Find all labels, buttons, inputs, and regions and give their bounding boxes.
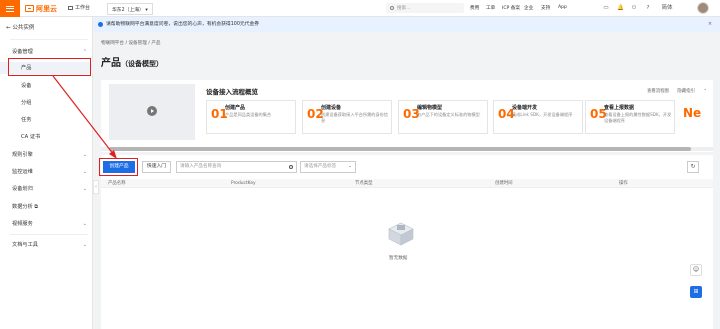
step-desc: 查看设备上报的属性数据SDK，开发设备端程序 <box>604 112 672 123</box>
search-icon[interactable] <box>289 164 293 169</box>
sidebar-item-group[interactable]: 分组 <box>0 97 93 109</box>
feedback-chat-button[interactable]: ☺ <box>690 264 702 276</box>
step-desc: 产品是同品类设备的集合 <box>225 112 272 117</box>
avatar[interactable] <box>697 2 709 14</box>
refresh-icon: ↻ <box>690 163 696 170</box>
sidebar-group-rule-engine[interactable]: 规则引擎 ⌄ <box>0 149 93 161</box>
sidebar-item-device[interactable]: 设备 <box>0 80 93 92</box>
grid-icon: ⊞ <box>693 288 699 295</box>
cart-icon[interactable]: ⚇ <box>631 5 637 11</box>
annotation-highlight-create <box>99 158 138 176</box>
nav-enterprise[interactable]: 企业 <box>524 5 533 11</box>
view-flowchart-link[interactable]: 查看流程图 <box>647 89 669 94</box>
col-actions: 操作 <box>619 181 628 186</box>
crumb-iot[interactable]: 物联网平台 <box>101 41 124 46</box>
sidebar-group-monitoring[interactable]: 监控运维 ⌄ <box>0 166 93 178</box>
col-node-type: 节点类型 <box>355 181 373 186</box>
sidebar-group-device-assign[interactable]: 设备划归 ⌄ <box>0 183 93 195</box>
flow-scrollbar[interactable] <box>101 147 713 151</box>
quick-start-button[interactable]: 快速入门 <box>142 161 171 173</box>
step-create-device[interactable]: 02 创建设备 创建设备获取接入平台所需的身份信息 <box>302 100 392 134</box>
flow-title: 设备接入流程概览 <box>206 88 258 96</box>
table-header: 产品名称 ProductKey 节点类型 创建时间 操作 <box>101 179 713 188</box>
annotation-highlight-product <box>8 58 91 76</box>
home-icon <box>68 5 73 10</box>
step-create-product[interactable]: 01 创建产品 产品是同品类设备的集合 <box>206 100 296 134</box>
nav-support[interactable]: 支持 <box>541 5 550 11</box>
chevron-down-icon: ⌄ <box>82 186 87 192</box>
crumb-device-mgmt[interactable]: 设备管理 <box>128 41 146 46</box>
chevron-down-icon: ⌄ <box>348 164 352 169</box>
sidebar-group-device-management[interactable]: 设备管理 ⌃ <box>0 46 93 58</box>
empty-state-text: 暂无数据 <box>389 256 408 261</box>
col-productkey: ProductKey <box>231 181 256 186</box>
close-icon[interactable]: × <box>708 17 712 32</box>
sidebar-item-ca-cert[interactable]: CA 证书 <box>0 131 93 143</box>
nav-fees[interactable]: 费用 <box>470 5 479 11</box>
step-title: 创建产品 <box>225 105 246 111</box>
top-bar: 阿里云 工作台 华东2（上海） ▾ 搜索... 费用 工单 ICP 备案 企业 … <box>0 0 720 17</box>
page-title: 产品（设备模型） <box>101 58 163 69</box>
menu-icon[interactable] <box>0 0 20 17</box>
chevron-down-icon: ⌄ <box>82 242 87 248</box>
chevron-down-icon: ⌄ <box>82 152 87 158</box>
step-title: 设备端开发 <box>512 105 538 111</box>
survey-notice: 请帮助物联网平台满意度问卷，说出您的心声，有机会获得100元代金券 × <box>94 17 720 32</box>
step-edit-thing-model[interactable]: 03 编辑物模型 为产品下的设备定义标准的物模型 <box>398 100 488 134</box>
hide-guide-link[interactable]: 隐藏指引 <box>677 89 695 94</box>
sidebar-item-task[interactable]: 任务 <box>0 114 93 126</box>
flow-links: 查看流程图 隐藏指引 ⌃ <box>646 89 707 94</box>
sidebar-divider <box>10 234 88 235</box>
product-tag-select[interactable]: 请选择产品标签 ⌄ <box>300 161 356 173</box>
sidebar-item-data-analysis[interactable]: 数据分析 ⧉ <box>0 201 93 213</box>
step-next-partial: Ne <box>683 106 702 120</box>
help-icon[interactable]: ? <box>645 5 651 11</box>
nav-tickets[interactable]: 工单 <box>486 5 495 11</box>
chevron-up-icon: ⌃ <box>82 49 87 55</box>
step-title: 编辑物模型 <box>417 105 443 111</box>
product-list-panel: 创建产品 快速入门 请输入产品名称查询 请选择产品标签 ⌄ ↻ 产品名称 Prod… <box>101 155 713 329</box>
search-icon <box>390 5 394 10</box>
empty-box-icon <box>388 222 414 246</box>
sidebar-divider <box>10 39 88 40</box>
step-device-dev[interactable]: 04 设备端开发 集成Link SDK，开发设备端程序 <box>493 100 583 134</box>
onboarding-flow-panel: 设备接入流程概览 查看流程图 隐藏指引 ⌃ 01 创建产品 产品是同品类设备的集… <box>101 80 713 152</box>
scrollbar-thumb[interactable] <box>109 147 691 151</box>
intro-video[interactable] <box>109 84 195 140</box>
nav-icp[interactable]: ICP 备案 <box>502 5 520 11</box>
step-desc: 为产品下的设备定义标准的物模型 <box>417 112 480 117</box>
sidebar-collapse-handle[interactable]: ‹ <box>93 180 99 194</box>
global-search-input[interactable]: 搜索... <box>386 3 464 13</box>
terminal-icon[interactable]: ▭ <box>603 5 609 11</box>
step-title: 创建设备 <box>321 105 342 111</box>
info-icon <box>98 22 103 27</box>
chat-icon: ☺ <box>692 266 700 273</box>
sidebar-group-docs-tools[interactable]: 文档与工具 ⌄ <box>0 239 93 251</box>
crumb-product: 产品 <box>151 41 161 46</box>
play-icon[interactable] <box>147 106 157 116</box>
step-desc: 创建设备获取接入平台所需的身份信息 <box>321 112 389 123</box>
tools-grid-button[interactable]: ⊞ <box>690 286 702 298</box>
region-selector[interactable]: 华东2（上海） ▾ <box>107 3 153 15</box>
refresh-button[interactable]: ↻ <box>687 161 699 173</box>
back-to-instance[interactable]: ← 公共实例 <box>6 23 34 31</box>
product-search-input[interactable]: 请输入产品名称查询 <box>176 161 297 173</box>
bell-icon[interactable]: 🔔 <box>617 5 624 11</box>
workspace-link[interactable]: 工作台 <box>68 4 90 11</box>
col-product-name: 产品名称 <box>108 181 126 186</box>
language-switch[interactable]: 简体 <box>660 5 674 11</box>
breadcrumb: 物联网平台 / 设备管理 / 产品 <box>101 41 161 46</box>
step-title: 查看上报数据 <box>604 105 635 111</box>
chevron-down-icon: ⌄ <box>82 221 87 227</box>
nav-app[interactable]: App <box>558 5 567 10</box>
col-created-time: 创建时间 <box>495 181 513 186</box>
sidebar-group-video[interactable]: 视频服务 ⌄ <box>0 218 93 230</box>
step-view-data[interactable]: 05 查看上报数据 查看设备上报的属性数据SDK，开发设备端程序 <box>585 100 675 134</box>
step-desc: 集成Link SDK，开发设备端程序 <box>512 112 573 117</box>
notice-link[interactable]: 请帮助物联网平台满意度问卷，说出您的心声，有机会获得100元代金券 <box>106 22 259 27</box>
chevron-down-icon: ⌄ <box>82 169 87 175</box>
aliyun-logo[interactable]: 阿里云 <box>25 4 57 14</box>
